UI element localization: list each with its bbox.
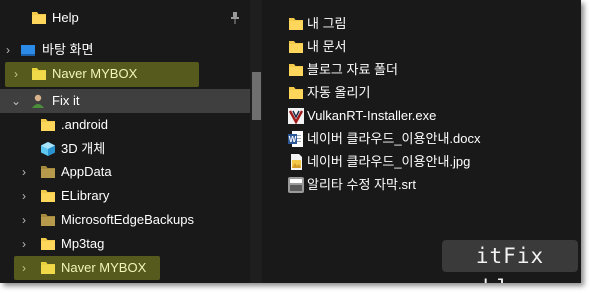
jpg-image-icon bbox=[291, 154, 302, 170]
file-name: VulkanRT-Installer.exe bbox=[307, 108, 437, 123]
chevron-right-icon[interactable]: › bbox=[18, 232, 30, 256]
nav-item-desktop[interactable]: › 바탕 화면 bbox=[0, 38, 250, 62]
nav-item-mp3tag[interactable]: › Mp3tag bbox=[0, 232, 250, 256]
nav-item-label: 3D 개체 bbox=[61, 141, 106, 156]
navigation-pane: Help › 바탕 화면 › Naver MYBOX ⌄ Fix it .and… bbox=[0, 0, 262, 283]
nav-item-microsoftedgebackups[interactable]: › MicrosoftEdgeBackups bbox=[0, 208, 250, 232]
nav-item-label: .android bbox=[61, 117, 108, 132]
nav-item-label: Help bbox=[52, 10, 79, 25]
srt-file-icon bbox=[288, 177, 304, 193]
highlight-marker bbox=[5, 62, 199, 87]
folder-icon bbox=[41, 119, 55, 131]
folder-icon bbox=[41, 214, 55, 226]
file-explorer-window: Help › 바탕 화면 › Naver MYBOX ⌄ Fix it .and… bbox=[0, 0, 581, 283]
chevron-right-icon[interactable]: › bbox=[18, 184, 30, 208]
nav-scrollbar-thumb[interactable] bbox=[252, 72, 261, 120]
chevron-down-icon[interactable]: ⌄ bbox=[10, 89, 22, 113]
word-docx-icon: W bbox=[288, 131, 303, 147]
chevron-right-icon[interactable]: › bbox=[18, 208, 30, 232]
nav-item-help[interactable]: Help bbox=[0, 6, 250, 30]
pin-icon[interactable] bbox=[230, 12, 240, 24]
folder-icon bbox=[289, 87, 303, 99]
folder-icon bbox=[41, 166, 55, 178]
file-name: 블로그 자료 폴더 bbox=[307, 62, 398, 77]
nav-item-appdata[interactable]: › AppData bbox=[0, 160, 250, 184]
folder-icon bbox=[289, 41, 303, 53]
chevron-right-icon[interactable]: › bbox=[18, 160, 30, 184]
folder-icon bbox=[32, 12, 46, 24]
folder-icon bbox=[41, 238, 55, 250]
3d-objects-icon bbox=[41, 142, 55, 156]
nav-item-android[interactable]: .android bbox=[0, 113, 250, 137]
nav-item-label: Fix it bbox=[52, 93, 80, 108]
nav-item-label: MicrosoftEdgeBackups bbox=[61, 212, 194, 227]
folder-icon bbox=[289, 64, 303, 76]
highlight-marker bbox=[14, 256, 160, 280]
desktop-icon bbox=[21, 45, 35, 56]
file-name: 내 문서 bbox=[307, 39, 347, 54]
nav-item-label: ELibrary bbox=[61, 188, 110, 203]
file-name: 네이버 클라우드_이용안내.docx bbox=[307, 131, 481, 146]
user-folder-icon bbox=[32, 94, 44, 108]
nav-item-label: AppData bbox=[61, 164, 112, 179]
nav-item-label: 바탕 화면 bbox=[42, 42, 94, 57]
nav-item-3d-objects[interactable]: 3D 개체 bbox=[0, 137, 250, 161]
svg-text:W: W bbox=[289, 135, 297, 144]
file-name: 알리타 수정 자막.srt bbox=[307, 177, 416, 192]
vulkan-exe-icon bbox=[288, 108, 304, 124]
file-name: 자동 올리기 bbox=[307, 85, 371, 100]
file-name: 내 그림 bbox=[307, 16, 347, 31]
nav-item-label: Mp3tag bbox=[61, 236, 105, 251]
nav-item-fix-it[interactable]: ⌄ Fix it bbox=[0, 89, 250, 113]
watermark: itFix blog bbox=[442, 240, 578, 283]
folder-icon bbox=[41, 190, 55, 202]
nav-item-elibrary[interactable]: › ELibrary bbox=[0, 184, 250, 208]
folder-icon bbox=[289, 18, 303, 30]
nav-scrollbar[interactable] bbox=[250, 0, 262, 283]
chevron-right-icon[interactable]: › bbox=[2, 38, 14, 62]
file-name: 네이버 클라우드_이용안내.jpg bbox=[307, 154, 471, 169]
